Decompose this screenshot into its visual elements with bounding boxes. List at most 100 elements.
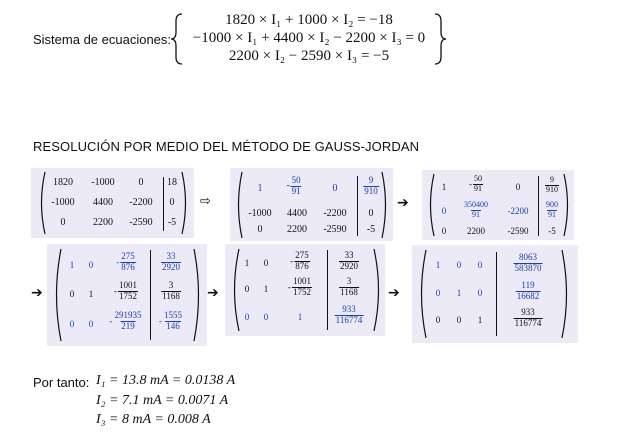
matrix-6-right-paren: [561, 249, 568, 339]
matrix-cell: 0: [88, 319, 94, 329]
matrix-cell: 18: [167, 177, 177, 188]
matrix-cell: 0: [169, 197, 175, 208]
numerator: 900: [546, 200, 558, 209]
matrix-2-left-paren: [237, 171, 243, 239]
matrix-cell: - 291935 219: [110, 310, 143, 332]
matrix-2-right-paren: [381, 171, 387, 239]
matrix-cell: - 275 876: [290, 250, 310, 272]
matrix-cell: 0: [60, 217, 66, 228]
matrix-cell: 0: [69, 289, 75, 299]
minus-sign: -: [469, 178, 472, 189]
matrix-cell: 1: [297, 312, 303, 322]
matrix-6-left-paren: [420, 249, 427, 339]
matrix-cell: 1: [435, 260, 441, 270]
matrix-cell: 933 116774: [334, 304, 364, 326]
numerator: 3: [346, 276, 352, 286]
equation-2: −1000 × I₁ + 4400 × I₂ − 2200 × I₃ = 0: [192, 30, 426, 46]
denominator: 876: [120, 261, 136, 272]
matrix-3-right-paren: [563, 173, 569, 237]
matrix-cell: 0: [477, 288, 483, 298]
matrix-cell: 0: [435, 288, 441, 298]
matrix-cell: 1: [263, 284, 269, 294]
denominator: 1168: [161, 290, 181, 301]
matrix-cell: 3 1168: [339, 276, 359, 298]
numerator: 1001: [293, 276, 311, 286]
matrix-cell: 9 910: [363, 175, 379, 197]
denominator: 1752: [118, 290, 138, 301]
matrix-cell: 0: [441, 226, 447, 236]
denominator: 116774: [513, 317, 543, 328]
numerator: 275: [121, 251, 135, 261]
matrix-cell: 0: [435, 315, 441, 325]
result-i3: I₃ = 8 mA = 0.008 A: [96, 412, 211, 427]
matrix-cell: -2200: [507, 206, 529, 216]
numerator: 291935: [114, 310, 142, 320]
matrix-cell: -2590: [507, 226, 529, 236]
numerator: 8063: [519, 252, 537, 262]
matrix-cell: 33 2920: [339, 250, 359, 272]
matrix-cell: 1: [69, 260, 75, 270]
denominator: 910: [545, 184, 559, 194]
matrix-cell: 9 910: [545, 175, 559, 195]
hollow-arrow-icon: ⇨: [200, 194, 211, 209]
matrix-cell: - 1001 1752: [288, 276, 312, 298]
matrix-cell: 1: [477, 315, 483, 325]
minus-sign: -: [286, 180, 290, 192]
matrix-cell: 0: [263, 258, 269, 268]
minus-sign: -: [114, 285, 117, 296]
matrix-cell: - 50 91: [286, 175, 302, 197]
matrix-cell: 0: [263, 312, 269, 322]
arrow-right-icon: ➔: [397, 195, 409, 211]
matrix-cell: 1: [244, 258, 250, 268]
matrix-cell: -5: [366, 224, 376, 235]
matrix-1-left-paren: [40, 171, 46, 235]
numerator: 33: [166, 251, 176, 261]
matrix-cell: 2200: [467, 226, 485, 236]
matrix-cell: 0: [257, 224, 263, 235]
method-heading: RESOLUCIÓN POR MEDIO DEL MÉTODO DE GAUSS…: [33, 139, 420, 154]
matrix-cell: 0: [244, 284, 250, 294]
matrix-cell: 900 91: [545, 200, 559, 220]
system-label: Sistema de ecuaciones:: [33, 32, 172, 47]
denominator: 910: [363, 185, 379, 196]
numerator: 1001: [119, 280, 137, 290]
matrix-3-left-paren: [429, 173, 435, 237]
numerator: 119: [521, 280, 535, 290]
matrix-cell: -1000: [51, 197, 75, 208]
matrix-4-left-paren: [55, 248, 62, 342]
matrix-cell: 0: [456, 260, 462, 270]
matrix-cell: 2200: [287, 224, 307, 235]
matrix-cell: 0: [244, 312, 250, 322]
numerator: 350400: [464, 200, 488, 209]
matrix-cell: 0: [138, 177, 144, 188]
denominator: 146: [165, 320, 181, 331]
matrix-3-augment-bar: [538, 176, 539, 236]
matrix-cell: 0: [441, 206, 447, 216]
arrow-right-icon: ➔: [388, 285, 400, 301]
matrix-6-augment-bar: [496, 252, 497, 336]
matrix-cell: 0: [477, 260, 483, 270]
numerator: 9: [550, 175, 554, 184]
denominator: 583870: [513, 262, 543, 273]
matrix-cell: 0: [88, 260, 94, 270]
denominator: 91: [471, 209, 481, 219]
matrix-cell: 0: [456, 315, 462, 325]
matrix-cell: 0: [515, 182, 521, 192]
denominator: 16682: [515, 290, 541, 301]
numerator: 933: [342, 304, 356, 314]
minus-sign: -: [159, 315, 162, 326]
result-i1: I₁ = 13.8 mA = 0.0138 A: [96, 373, 236, 388]
denominator: 876: [294, 260, 310, 271]
matrix-5-left-paren: [233, 248, 240, 332]
matrix-cell: 1: [88, 289, 94, 299]
matrix-cell: 0: [69, 319, 75, 329]
matrix-cell: - 1001 1752: [114, 280, 138, 302]
matrix-cell: -2200: [323, 208, 347, 219]
matrix-cell: 1820: [53, 177, 73, 188]
result-label: Por tanto:: [33, 375, 90, 390]
matrix-cell: 1: [456, 288, 462, 298]
matrix-cell: 1: [257, 183, 263, 194]
denominator: 1168: [339, 286, 359, 297]
numerator: 50: [474, 174, 482, 183]
matrix-cell: -2590: [129, 217, 153, 228]
